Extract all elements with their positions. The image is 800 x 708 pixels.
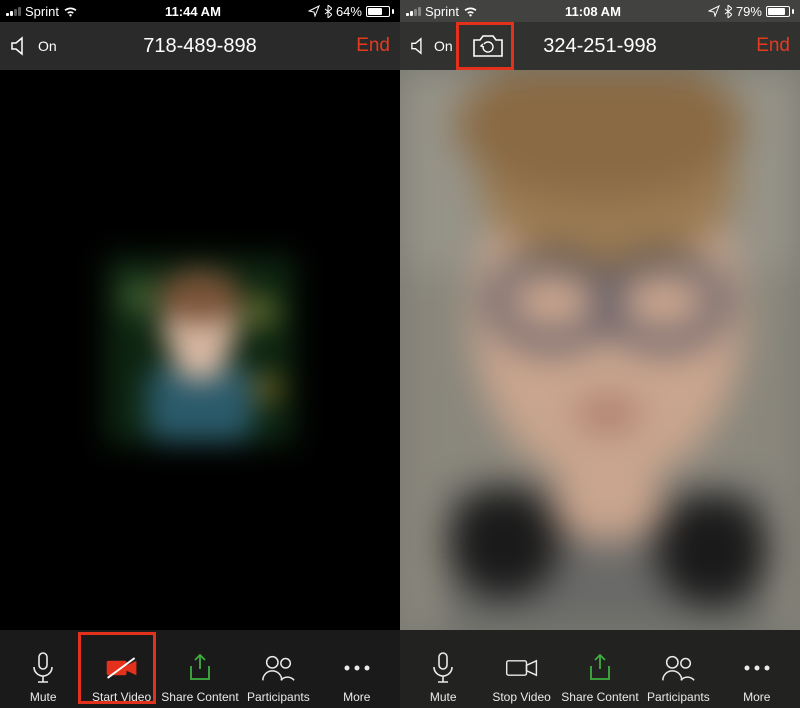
video-area[interactable] xyxy=(0,70,400,630)
battery-icon xyxy=(366,6,394,17)
wifi-icon xyxy=(63,6,78,17)
microphone-icon xyxy=(25,650,61,686)
share-icon xyxy=(182,650,218,686)
switch-camera-button[interactable] xyxy=(471,33,505,59)
meeting-id[interactable]: 324-251-998 xyxy=(543,35,656,58)
speaker-icon xyxy=(10,36,32,56)
share-content-button[interactable]: Share Content xyxy=(161,638,239,704)
speaker-icon xyxy=(410,37,430,55)
mute-label: Mute xyxy=(430,690,457,704)
end-call-button[interactable]: End xyxy=(356,35,390,57)
battery-pct: 79% xyxy=(736,4,762,19)
participants-icon xyxy=(660,650,696,686)
self-video xyxy=(400,70,800,630)
wifi-icon xyxy=(463,6,478,17)
signal-icon xyxy=(406,6,421,16)
phone-right: Sprint 11:08 AM 79% xyxy=(400,0,800,708)
video-off-icon xyxy=(104,650,140,686)
location-icon xyxy=(308,5,320,17)
more-icon xyxy=(739,650,775,686)
status-right: 79% xyxy=(708,4,794,19)
video-label: Start Video xyxy=(92,690,151,704)
participant-avatar xyxy=(105,255,295,445)
top-toolbar: On 324-251-998 End xyxy=(400,22,800,70)
participants-button[interactable]: Participants xyxy=(639,638,717,704)
share-label: Share Content xyxy=(161,690,238,704)
share-icon xyxy=(582,650,618,686)
battery-icon xyxy=(766,6,794,17)
clock: 11:08 AM xyxy=(565,4,621,19)
stop-video-button[interactable]: Stop Video xyxy=(483,638,561,704)
mute-button[interactable]: Mute xyxy=(404,638,482,704)
participants-button[interactable]: Participants xyxy=(239,638,317,704)
end-call-button[interactable]: End xyxy=(756,35,790,57)
speaker-label: On xyxy=(434,38,453,54)
participants-icon xyxy=(260,650,296,686)
location-icon xyxy=(708,5,720,17)
more-label: More xyxy=(743,690,770,704)
status-right: 64% xyxy=(308,4,394,19)
bluetooth-icon xyxy=(724,5,732,18)
speaker-label: On xyxy=(38,38,57,54)
status-bar: Sprint 11:44 AM 64% xyxy=(0,0,400,22)
top-toolbar: On 718-489-898 End xyxy=(0,22,400,70)
video-label: Stop Video xyxy=(492,690,551,704)
switch-camera-icon xyxy=(471,33,505,59)
bluetooth-icon xyxy=(324,5,332,18)
status-left: Sprint xyxy=(6,4,78,19)
participants-label: Participants xyxy=(247,690,310,704)
participants-label: Participants xyxy=(647,690,710,704)
speaker-toggle[interactable]: On xyxy=(410,37,453,55)
mute-button[interactable]: Mute xyxy=(4,638,82,704)
more-label: More xyxy=(343,690,370,704)
microphone-icon xyxy=(425,650,461,686)
bottom-toolbar: Mute Stop Video Share Content Participan… xyxy=(400,630,800,708)
battery-pct: 64% xyxy=(336,4,362,19)
video-area[interactable] xyxy=(400,70,800,630)
carrier-label: Sprint xyxy=(25,4,59,19)
more-icon xyxy=(339,650,375,686)
more-button[interactable]: More xyxy=(718,638,796,704)
bottom-toolbar: Mute Start Video Share Content Participa… xyxy=(0,630,400,708)
speaker-toggle[interactable]: On xyxy=(10,36,57,56)
start-video-button[interactable]: Start Video xyxy=(83,638,161,704)
signal-icon xyxy=(6,6,21,16)
status-bar: Sprint 11:08 AM 79% xyxy=(400,0,800,22)
clock: 11:44 AM xyxy=(165,4,221,19)
more-button[interactable]: More xyxy=(318,638,396,704)
mute-label: Mute xyxy=(30,690,57,704)
video-on-icon xyxy=(504,650,540,686)
share-label: Share Content xyxy=(561,690,638,704)
phone-left: Sprint 11:44 AM 64% xyxy=(0,0,400,708)
status-left: Sprint xyxy=(406,4,478,19)
share-content-button[interactable]: Share Content xyxy=(561,638,639,704)
meeting-id[interactable]: 718-489-898 xyxy=(143,35,256,58)
carrier-label: Sprint xyxy=(425,4,459,19)
